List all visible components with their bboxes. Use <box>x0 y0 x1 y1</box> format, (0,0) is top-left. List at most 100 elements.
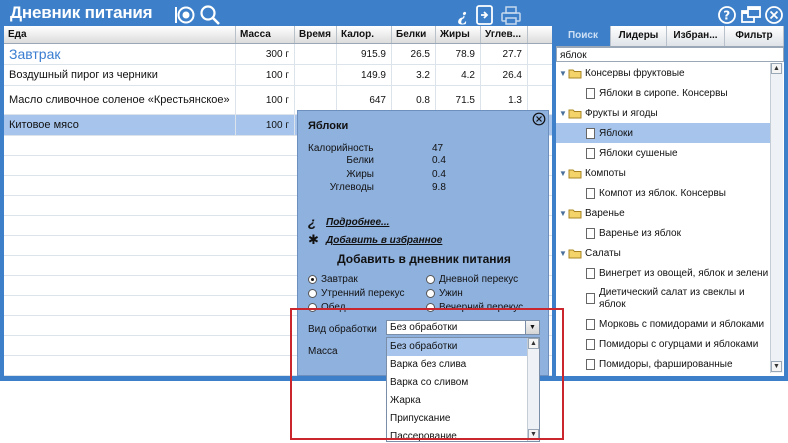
tree-item[interactable]: Варенье из яблок <box>556 223 770 243</box>
add-favorite-link[interactable]: Добавить в избранное <box>326 235 442 246</box>
tree-item-label: Компот из яблок. Консервы <box>599 187 726 199</box>
expand-arrow-icon[interactable]: ▼ <box>559 249 568 258</box>
svg-text:?: ? <box>723 9 730 23</box>
processing-option[interactable]: Жарка <box>387 392 527 410</box>
tree-folder[interactable]: ▼ Консервы фруктовые <box>556 63 770 83</box>
chevron-down-icon[interactable]: ▼ <box>525 321 539 334</box>
table-cell-mass: 300 г <box>236 44 295 64</box>
cell-value: 149.9 <box>360 69 386 81</box>
radio-dinner[interactable]: Ужин <box>426 288 463 299</box>
options-scrollbar[interactable]: ▲ ▼ <box>527 338 539 441</box>
help-icon[interactable]: ? <box>717 4 737 26</box>
print-icon[interactable] <box>500 4 522 26</box>
folder-icon <box>568 69 582 78</box>
search-input[interactable]: яблок <box>556 47 784 62</box>
tree-item-label: Помидоры, фаршированные <box>599 358 733 370</box>
radio-dot[interactable] <box>426 289 435 298</box>
processing-option[interactable]: Припускание <box>387 410 527 428</box>
column-time[interactable]: Время <box>295 26 337 43</box>
column-protein[interactable]: Белки <box>392 26 436 43</box>
tab-favorites[interactable]: Избран... <box>667 26 725 46</box>
plate-icon[interactable] <box>174 4 196 26</box>
tab-leaders[interactable]: Лидеры <box>611 26 667 46</box>
document-icon <box>586 127 595 139</box>
tree-item[interactable]: Винегрет из овощей, яблок и зелени <box>556 263 770 283</box>
tree-item[interactable]: Морковь с помидорами и яблоками <box>556 314 770 334</box>
tree-folder[interactable]: ▼ Варенье <box>556 203 770 223</box>
column-food[interactable]: Еда <box>4 26 236 43</box>
radio-dot[interactable] <box>426 303 435 312</box>
processing-option[interactable]: Варка со сливом <box>387 374 527 392</box>
radio-label: Дневной перекус <box>439 274 519 285</box>
tree-folder[interactable]: ▼ Салаты <box>556 243 770 263</box>
tree-item[interactable]: Помидоры, фаршированные <box>556 354 770 374</box>
radio-breakfast[interactable]: Завтрак <box>308 274 358 285</box>
processing-option[interactable]: Без обработки <box>387 338 527 356</box>
popup-close-icon[interactable] <box>532 112 546 126</box>
folder-icon <box>568 249 582 258</box>
window-icon[interactable] <box>740 4 762 26</box>
tree-scrollbar[interactable]: ▲ ▼ <box>770 63 783 373</box>
tree-item[interactable]: Компот из яблок. Консервы <box>556 183 770 203</box>
scroll-up-icon[interactable]: ▲ <box>528 338 539 349</box>
star-icon: ✱ <box>308 232 319 247</box>
expand-arrow-icon[interactable]: ▼ <box>559 109 568 118</box>
meal-name: Завтрак <box>9 46 61 62</box>
expand-arrow-icon[interactable]: ▼ <box>559 209 568 218</box>
more-details-link[interactable]: Подробнее... <box>326 217 389 228</box>
document-icon <box>586 87 595 99</box>
radio-dot[interactable] <box>308 275 317 284</box>
processing-option[interactable]: Пассерование <box>387 428 527 441</box>
tree-item[interactable]: Яблоки в сиропе. Консервы <box>556 83 770 103</box>
search-icon[interactable] <box>199 4 221 26</box>
radio-afternoon-snack[interactable]: Дневной перекус <box>426 274 518 285</box>
table-row[interactable]: Завтрак 300 г 915.9 26.5 78.9 27.7 <box>4 44 552 65</box>
table-cell-food: Воздушный пирог из черники <box>4 65 236 85</box>
tab-search[interactable]: Поиск <box>556 26 611 46</box>
info-icon[interactable]: ¿ <box>454 4 474 26</box>
cell-value: 26.4 <box>502 69 522 81</box>
processing-select[interactable]: Без обработки ▼ <box>386 320 540 335</box>
column-mass[interactable]: Масса <box>236 26 295 43</box>
processing-option[interactable]: Варка без слива <box>387 356 527 374</box>
scroll-down-icon[interactable]: ▼ <box>528 429 539 440</box>
tree-item[interactable]: Диетический салат из свеклы и яблок <box>556 283 770 314</box>
table-cell-time <box>295 65 337 85</box>
radio-morning-snack[interactable]: Утренний перекус <box>308 288 405 299</box>
tree-item-label: Варенье из яблок <box>599 227 681 239</box>
nutrient-value: 0.4 <box>432 155 446 166</box>
app-title: Дневник питания <box>10 3 153 22</box>
nutrient-label: Белки <box>346 155 374 166</box>
export-icon[interactable] <box>474 4 496 26</box>
radio-lunch[interactable]: Обед <box>308 302 346 313</box>
expand-arrow-icon[interactable]: ▼ <box>559 69 568 78</box>
scroll-down-icon[interactable]: ▼ <box>771 361 782 372</box>
tree-folder[interactable]: ▼ Фрукты и ягоды <box>556 103 770 123</box>
radio-dot[interactable] <box>426 275 435 284</box>
table-cell-fat: 78.9 <box>436 44 481 64</box>
processing-options-list: Без обработки Варка без слива Варка со с… <box>386 337 540 442</box>
table-row[interactable]: Воздушный пирог из черники 100 г 149.9 3.2 4… <box>4 65 552 86</box>
tree-item-label: Варенье <box>585 207 625 219</box>
column-calories[interactable]: Калор. <box>337 26 392 43</box>
tree-item[interactable]: Яблоки <box>556 123 770 143</box>
expand-arrow-icon[interactable]: ▼ <box>559 169 568 178</box>
tree-folder[interactable]: ▼ Компоты <box>556 163 770 183</box>
column-carbs[interactable]: Углев... <box>481 26 528 43</box>
tree-item-label: Яблоки в сиропе. Консервы <box>599 87 728 99</box>
tab-filter[interactable]: Фильтр <box>725 26 784 46</box>
column-fat[interactable]: Жиры <box>436 26 481 43</box>
tree-item[interactable]: Помидоры с огурцами и яблоками <box>556 334 770 354</box>
close-icon[interactable] <box>764 4 784 26</box>
tree-item[interactable]: Яблоки сушеные <box>556 143 770 163</box>
radio-dot[interactable] <box>308 303 317 312</box>
tree-item-label: Диетический салат из свеклы и яблок <box>599 286 745 310</box>
scroll-up-icon[interactable]: ▲ <box>771 63 782 74</box>
radio-evening-snack[interactable]: Вечерний перекус <box>426 302 523 313</box>
table-cell-mass: 100 г <box>236 115 295 135</box>
processing-label: Вид обработки <box>308 324 377 335</box>
processing-select-value: Без обработки <box>390 322 458 333</box>
radio-dot[interactable] <box>308 289 317 298</box>
svg-text:¿: ¿ <box>457 6 468 26</box>
nutrient-label: Углеводы <box>329 182 374 193</box>
